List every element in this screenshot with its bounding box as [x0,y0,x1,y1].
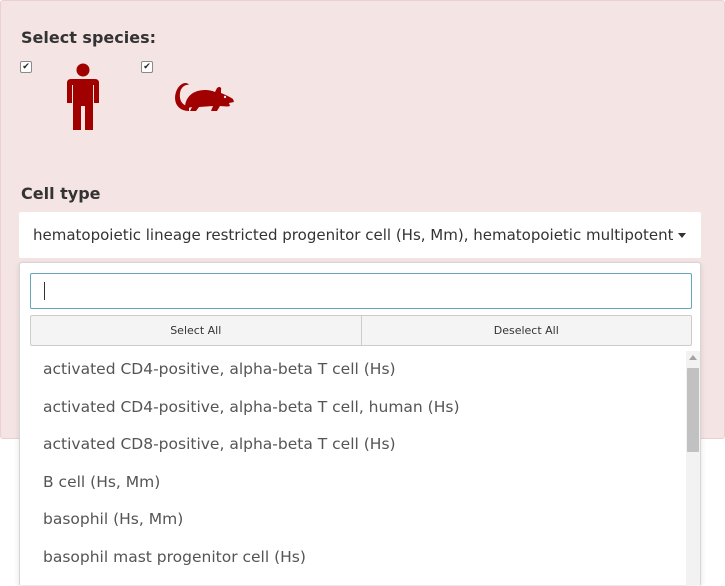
cell-type-label: Cell type [21,184,101,203]
options-scrollbar[interactable] [686,351,700,586]
list-item[interactable]: activated CD4-positive, alpha-beta T cel… [20,351,684,389]
deselect-all-button[interactable]: Deselect All [361,315,692,346]
cell-type-options-list: activated CD4-positive, alpha-beta T cel… [20,351,684,586]
list-item[interactable]: basophil (Hs, Mm) [20,501,684,539]
select-all-button[interactable]: Select All [30,315,362,346]
human-species-checkbox[interactable]: ✔ [20,61,32,73]
caret-down-icon [678,233,686,238]
scroll-up-arrow-icon[interactable] [689,355,697,360]
human-figure-icon[interactable] [65,63,101,131]
list-item[interactable]: basophil mast progenitor cell (Hs) [20,539,684,577]
cell-type-dropdown: Select All Deselect All activated CD4-po… [19,262,701,586]
list-item[interactable]: activated CD4-positive, alpha-beta T cel… [20,389,684,427]
mouse-species-checkbox[interactable]: ✔ [141,61,153,73]
cell-type-search-input[interactable] [30,273,692,309]
list-item[interactable]: B cell (Hs, Mm) [20,464,684,502]
cell-type-selected-value: hematopoietic lineage restricted progeni… [33,226,673,244]
list-item[interactable]: activated CD8-positive, alpha-beta T cel… [20,426,684,464]
scroll-thumb[interactable] [687,368,699,452]
text-cursor [44,282,45,300]
select-actions: Select All Deselect All [30,315,692,346]
mouse-icon[interactable] [173,77,235,113]
cell-type-select[interactable]: hematopoietic lineage restricted progeni… [19,212,701,258]
species-section-label: Select species: [21,28,156,47]
